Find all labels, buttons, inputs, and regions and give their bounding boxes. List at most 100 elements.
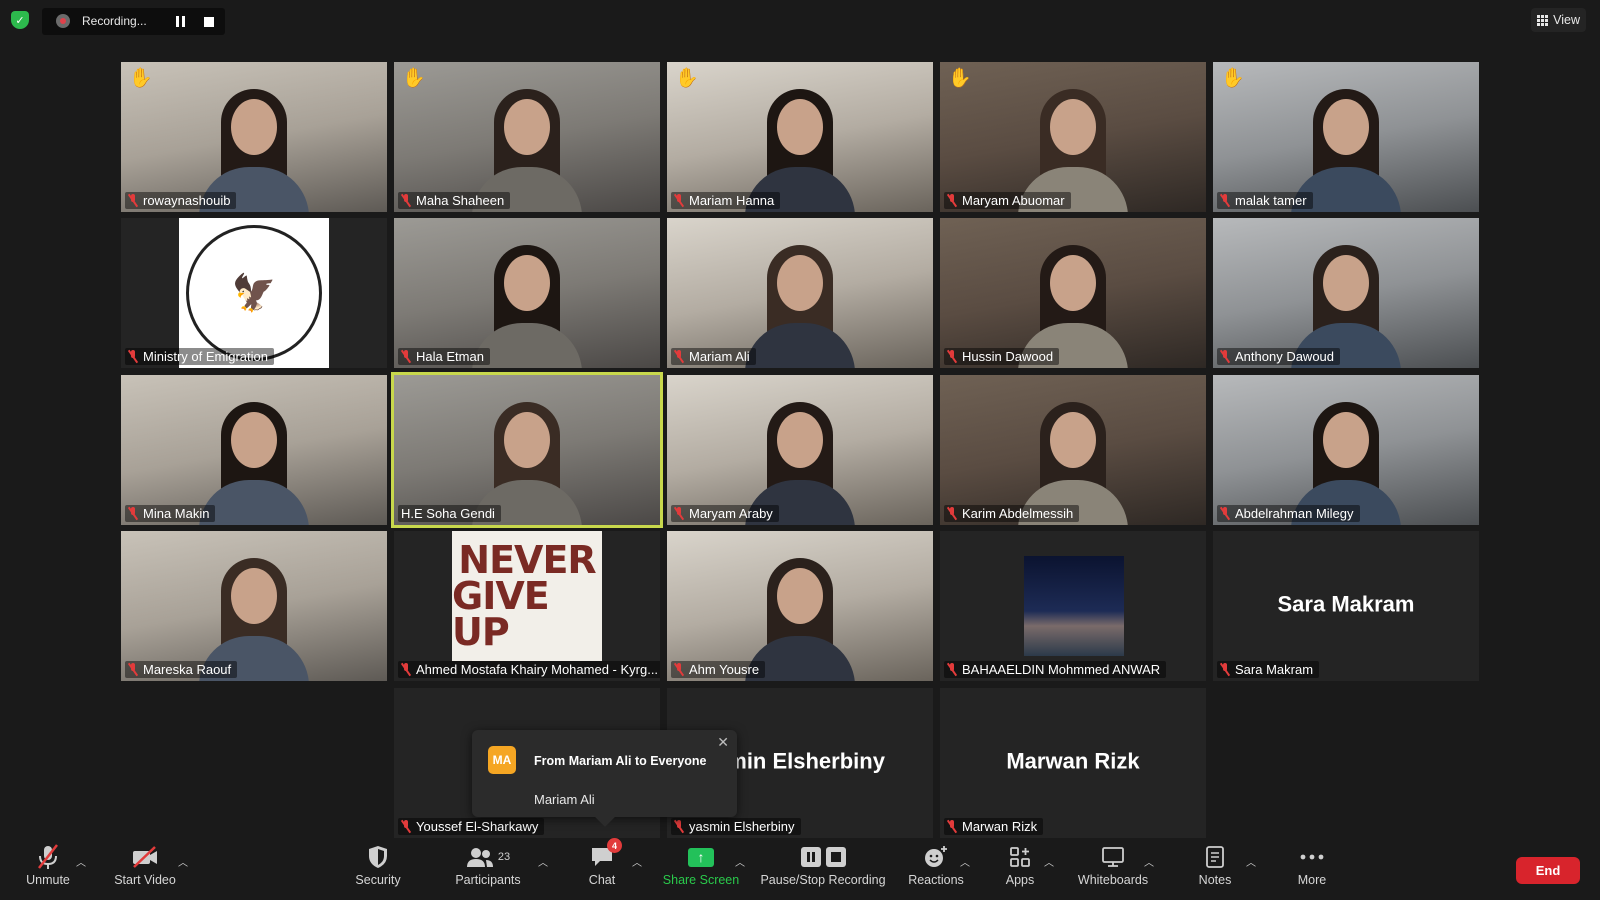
poster-line-2: GIVE UP — [452, 573, 550, 655]
chat-unread-badge: 4 — [607, 838, 622, 853]
notes-button[interactable]: Notes — [1190, 842, 1240, 900]
pause-stop-recording-label: Pause/Stop Recording — [760, 873, 886, 887]
participant-name: Abdelrahman Milegy — [1235, 506, 1354, 521]
close-icon[interactable]: ✕ — [717, 734, 729, 751]
video-off-icon — [131, 842, 159, 872]
whiteboards-button[interactable]: Whiteboards — [1074, 842, 1152, 900]
participants-count: 23 — [497, 851, 511, 863]
reactions-chevron-up-icon[interactable]: ︿ — [960, 854, 970, 869]
participant-tile[interactable]: Marwan Rizk Marwan Rizk — [940, 688, 1206, 838]
pause-stop-recording-button[interactable]: Pause/Stop Recording — [758, 842, 888, 900]
participant-tile[interactable]: ✋ Maha Shaheen — [394, 62, 660, 212]
chat-label: Chat — [588, 873, 616, 887]
audio-options-chevron-up-icon[interactable]: ︿ — [76, 854, 86, 869]
reactions-button[interactable]: Reactions — [906, 842, 966, 900]
chat-bubble-icon: 4 — [590, 838, 622, 872]
apps-chevron-up-icon[interactable]: ︿ — [1044, 854, 1054, 869]
mic-muted-icon — [128, 194, 138, 207]
participant-tile[interactable]: ✋ rowaynashouib — [121, 62, 387, 212]
participant-tile[interactable]: Karim Abdelmessih — [940, 375, 1206, 525]
participant-name: Anthony Dawoud — [1235, 349, 1335, 364]
end-meeting-button[interactable]: End — [1516, 857, 1580, 884]
participant-nametag: Youssef El-Sharkawy — [398, 818, 545, 835]
participant-name: Maryam Abuomar — [962, 193, 1065, 208]
apps-button[interactable]: Apps — [1000, 842, 1040, 900]
participant-tile[interactable]: Sara Makram Sara Makram — [1213, 531, 1479, 681]
participant-video — [940, 62, 1206, 212]
participant-nametag: Ahm Yousre — [671, 661, 766, 678]
participant-tile[interactable]: 🦅 Ministry of Emigration — [121, 218, 387, 368]
participant-nametag: malak tamer — [1217, 192, 1313, 209]
ministry-seal-logo: 🦅 — [179, 218, 329, 368]
start-video-label: Start Video — [114, 873, 176, 887]
more-button[interactable]: More — [1292, 842, 1332, 900]
participants-chevron-up-icon[interactable]: ︿ — [538, 854, 548, 869]
whiteboards-chevron-up-icon[interactable]: ︿ — [1144, 854, 1154, 869]
whiteboard-icon — [1101, 842, 1125, 872]
mic-muted-icon — [1220, 194, 1230, 207]
participants-label: Participants — [455, 873, 521, 887]
participant-tile[interactable]: H.E Soha Gendi — [391, 372, 663, 528]
mic-muted-icon — [674, 507, 684, 520]
participant-nametag: Sara Makram — [1217, 661, 1320, 678]
unmute-button[interactable]: Unmute — [18, 842, 78, 900]
chat-notification[interactable]: MA From Mariam Ali to Everyone Mariam Al… — [472, 730, 737, 817]
pause-recording-button[interactable] — [176, 16, 188, 28]
mic-muted-icon — [128, 507, 138, 520]
participant-tile[interactable]: Hussin Dawood — [940, 218, 1206, 368]
security-shield-icon — [367, 842, 389, 872]
chat-chevron-up-icon[interactable]: ︿ — [632, 854, 642, 869]
start-video-button[interactable]: Start Video — [110, 842, 180, 900]
participants-button[interactable]: 23 Participants — [452, 842, 524, 900]
mic-muted-icon — [947, 350, 957, 363]
more-label: More — [1297, 873, 1327, 887]
participant-tile[interactable]: ✋ malak tamer — [1213, 62, 1479, 212]
raised-hand-icon: ✋ — [948, 68, 972, 89]
participant-tile[interactable]: BAHAAELDIN Mohmmed ANWAR — [940, 531, 1206, 681]
mic-muted-icon — [947, 194, 957, 207]
participant-name: Karim Abdelmessih — [962, 506, 1074, 521]
recording-dot-icon — [56, 14, 70, 28]
never-give-up-poster: NEVER GIVE UP — [452, 531, 602, 661]
participant-name: yasmin Elsherbiny — [689, 819, 795, 834]
recording-indicator: Recording... — [42, 8, 225, 35]
participant-name: Ahmed Mostafa Khairy Mohamed - Kyrg... — [416, 662, 659, 677]
share-screen-icon: ↑ — [688, 842, 714, 872]
mic-muted-icon — [401, 194, 411, 207]
raised-hand-icon: ✋ — [675, 68, 699, 89]
participant-tile[interactable]: Mariam Ali — [667, 218, 933, 368]
notes-chevron-up-icon[interactable]: ︿ — [1246, 854, 1256, 869]
stop-recording-button[interactable] — [204, 17, 214, 27]
chat-button[interactable]: 4 Chat — [584, 838, 622, 900]
view-button[interactable]: View — [1531, 8, 1586, 32]
share-chevron-up-icon[interactable]: ︿ — [735, 854, 745, 869]
participant-name: malak tamer — [1235, 193, 1307, 208]
participant-nametag: yasmin Elsherbiny — [671, 818, 801, 835]
participant-nametag: rowaynashouib — [125, 192, 237, 209]
participant-tile[interactable]: Abdelrahman Milegy — [1213, 375, 1479, 525]
participant-tile[interactable]: Anthony Dawoud — [1213, 218, 1479, 368]
share-screen-button[interactable]: ↑ Share Screen — [662, 842, 740, 900]
participant-video — [940, 375, 1206, 525]
mic-muted-icon — [128, 663, 138, 676]
participant-tile[interactable]: NEVER GIVE UP Ahmed Mostafa Khairy Mohamed… — [394, 531, 660, 681]
participant-tile[interactable]: ✋ Maryam Abuomar — [940, 62, 1206, 212]
participant-tile[interactable]: Hala Etman — [394, 218, 660, 368]
shield-check-icon[interactable]: ✓ — [11, 11, 29, 29]
participant-tile[interactable]: Mina Makin — [121, 375, 387, 525]
meeting-toolbar: Unmute ︿ Start Video ︿ Security 23 Parti… — [0, 838, 1600, 900]
participant-tile[interactable]: Maryam Araby — [667, 375, 933, 525]
mic-muted-icon — [947, 663, 957, 676]
mic-muted-icon — [1220, 507, 1230, 520]
participant-tile[interactable]: ✋ Mariam Hanna — [667, 62, 933, 212]
participant-tile[interactable]: Ahm Yousre — [667, 531, 933, 681]
participant-nametag: Marwan Rizk — [944, 818, 1044, 835]
mic-muted-icon — [401, 350, 411, 363]
security-button[interactable]: Security — [350, 842, 406, 900]
chat-message: Mariam Ali — [534, 792, 595, 807]
person-silhouette — [199, 390, 309, 525]
participant-tile[interactable]: Mareska Raouf — [121, 531, 387, 681]
video-options-chevron-up-icon[interactable]: ︿ — [178, 854, 188, 869]
participant-name: rowaynashouib — [143, 193, 231, 208]
person-silhouette — [745, 233, 855, 368]
